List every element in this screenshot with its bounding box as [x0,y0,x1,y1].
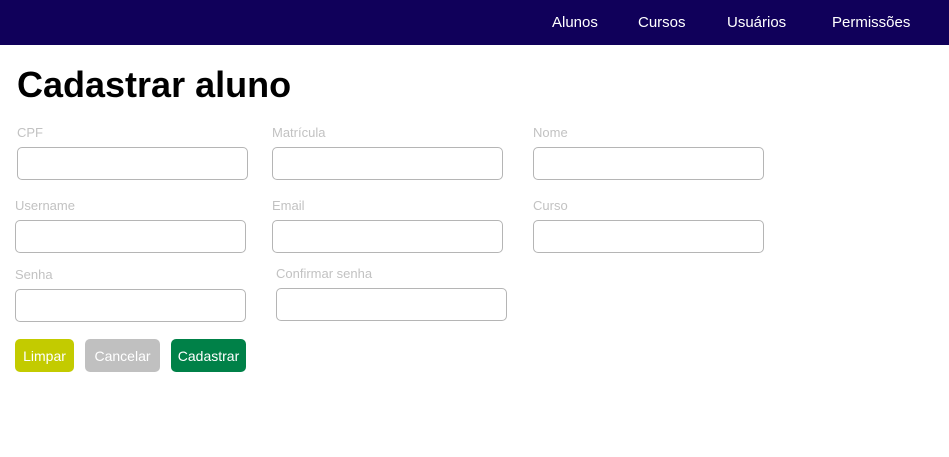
nav-item-alunos[interactable]: Alunos [552,0,598,45]
nav-item-usuarios[interactable]: Usuários [727,0,786,45]
username-label: Username [15,198,75,213]
cadastrar-button[interactable]: Cadastrar [171,339,246,372]
page-title: Cadastrar aluno [17,64,292,105]
top-navbar: Alunos Cursos Usuários Permissões [0,0,949,45]
confirmar-senha-label: Confirmar senha [276,266,373,281]
matricula-label: Matrícula [272,125,326,140]
curso-label: Curso [533,198,568,213]
confirmar-senha-input[interactable] [276,288,507,321]
nav-item-permissoes[interactable]: Permissões [832,0,910,45]
cancelar-button[interactable]: Cancelar [85,339,160,372]
email-input[interactable] [272,220,503,253]
cpf-input[interactable] [17,147,248,180]
senha-input[interactable] [15,289,246,322]
username-input[interactable] [15,220,246,253]
nome-label: Nome [533,125,568,140]
curso-input[interactable] [533,220,764,253]
senha-label: Senha [15,267,53,282]
email-label: Email [272,198,305,213]
nav-item-cursos[interactable]: Cursos [638,0,686,45]
cpf-label: CPF [17,125,43,140]
limpar-button[interactable]: Limpar [15,339,74,372]
nome-input[interactable] [533,147,764,180]
matricula-input[interactable] [272,147,503,180]
